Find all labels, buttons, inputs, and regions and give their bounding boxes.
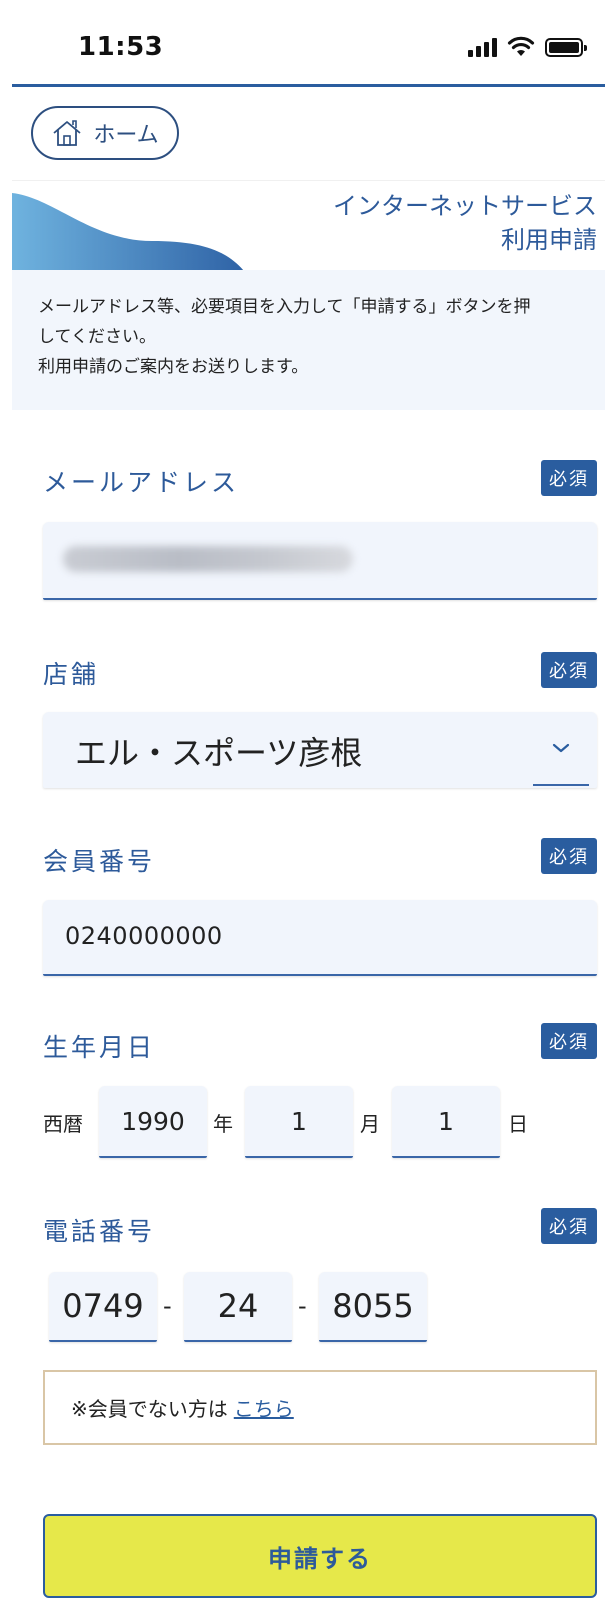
wave-decoration [12,193,244,270]
wifi-icon [507,36,535,56]
instructions-line1: メールアドレス等、必要項目を入力して「申請する」ボタンを押 [38,297,531,317]
year-unit-label: 年 [213,1112,233,1136]
birth-month-field[interactable]: 1 [245,1086,353,1158]
day-unit-label: 日 [508,1112,528,1136]
cellular-signal-icon [468,37,497,57]
member-number-value: 0240000000 [65,922,223,950]
home-button-label: ホーム [93,123,159,148]
member-number-field[interactable]: 0240000000 [43,900,597,976]
birthdate-required-badge: 必須 [541,1023,597,1059]
store-label: 店舗 [43,660,100,689]
house-icon [53,120,81,146]
phone-label: 電話番号 [43,1217,156,1246]
submit-button[interactable]: 申請する [43,1514,597,1598]
member-number-required-badge: 必須 [541,838,597,874]
birth-day-field[interactable]: 1 [392,1086,500,1158]
phone-part3-field[interactable]: 8055 [319,1272,427,1342]
instructions-line3: 利用申請のご案内をお送りします。 [38,357,309,377]
non-member-notice-text: ※会員でない方は [71,1397,228,1421]
store-required-badge: 必須 [541,652,597,688]
email-required-badge: 必須 [541,460,597,496]
home-button[interactable]: ホーム [31,106,179,160]
email-label: メールアドレス [43,468,240,497]
page-title: インターネットサービス 利用申請 [333,189,597,257]
status-bar: 11:53 [0,0,605,84]
store-select-value: エル・スポーツ彦根 [75,734,363,772]
instructions-box: メールアドレス等、必要項目を入力して「申請する」ボタンを押 してください。 利用… [12,270,605,410]
phone-part1-field[interactable]: 0749 [49,1272,157,1342]
store-select[interactable]: エル・スポーツ彦根 [43,712,597,788]
battery-icon [545,37,587,57]
member-number-label: 会員番号 [43,847,156,876]
page-title-line2: 利用申請 [501,226,597,254]
birth-year-field[interactable]: 1990 [99,1086,207,1158]
phone-required-badge: 必須 [541,1208,597,1244]
email-field[interactable] [43,522,597,600]
status-time: 11:53 [78,32,164,62]
era-label: 西暦 [43,1112,83,1136]
phone-part2-field[interactable]: 24 [184,1272,292,1342]
page-header-banner: インターネットサービス 利用申請 [12,180,605,270]
instructions-line2: してください。 [38,327,156,347]
month-unit-label: 月 [360,1112,380,1136]
phone-separator: - [163,1292,172,1320]
non-member-notice: ※会員でない方は こちら [43,1370,597,1445]
status-icons [468,36,587,58]
page-title-line1: インターネットサービス [333,192,597,220]
header-rule [12,84,605,87]
chevron-down-icon[interactable] [533,712,589,786]
email-value-redacted [63,546,353,572]
phone-separator: - [298,1292,307,1320]
non-member-link[interactable]: こちら [234,1393,294,1422]
birthdate-label: 生年月日 [43,1033,156,1062]
